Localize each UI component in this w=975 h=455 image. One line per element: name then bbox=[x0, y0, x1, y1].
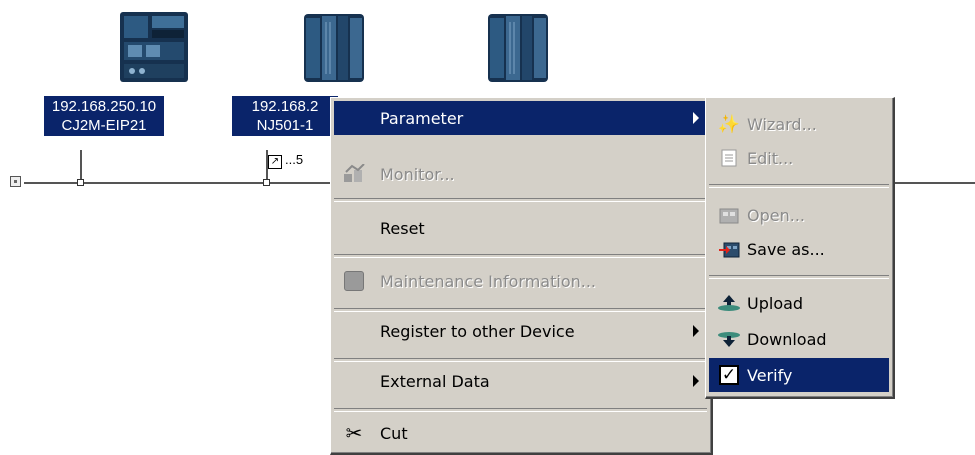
download-icon bbox=[715, 327, 743, 351]
submenu-item-verify[interactable]: ✓ Verify bbox=[709, 358, 889, 392]
scissors-icon: ✂ bbox=[345, 421, 363, 445]
menu-item-external-data[interactable]: External Data bbox=[334, 364, 707, 398]
device-name: NJ501-1 bbox=[256, 117, 314, 134]
wizard-icon: ✨ bbox=[717, 113, 741, 135]
device-name: CJ2M-EIP21 bbox=[61, 117, 147, 134]
submenu-arrow-icon bbox=[693, 375, 699, 387]
submenu-item-upload[interactable]: Upload bbox=[709, 286, 889, 320]
maintenance-icon bbox=[340, 269, 368, 293]
menu-item-parameter[interactable]: Parameter bbox=[334, 101, 707, 135]
menu-item-maintenance-information[interactable]: Maintenance Information... bbox=[334, 264, 707, 298]
cj2m-device-icon[interactable] bbox=[116, 8, 192, 86]
menu-item-register-to-other-device[interactable]: Register to other Device bbox=[334, 314, 707, 348]
device-label-cj2m[interactable]: 192.168.250.10 CJ2M-EIP21 bbox=[44, 96, 164, 136]
submenu-arrow-icon bbox=[693, 112, 699, 124]
menu-item-cut[interactable]: ✂ Cut bbox=[334, 416, 707, 450]
nj-device-icon[interactable] bbox=[480, 8, 556, 86]
submenu-item-wizard[interactable]: ✨ Wizard... bbox=[709, 107, 889, 141]
submenu-item-save-as[interactable]: Save as... bbox=[709, 232, 889, 266]
menu-item-monitor[interactable]: Monitor... bbox=[334, 157, 707, 191]
parameter-submenu: ✨ Wizard... Edit... Open... Save as... U… bbox=[705, 97, 895, 399]
menu-separator bbox=[709, 184, 889, 188]
submenu-item-edit[interactable]: Edit... bbox=[709, 141, 889, 175]
submenu-item-download[interactable]: Download bbox=[709, 322, 889, 356]
menu-separator bbox=[709, 275, 889, 279]
device-label-nj501[interactable]: 192.168.2 NJ501-1 bbox=[232, 96, 338, 136]
save-icon bbox=[715, 237, 743, 261]
menu-separator bbox=[334, 198, 707, 202]
device-connection-node bbox=[77, 179, 84, 186]
submenu-arrow-icon bbox=[693, 325, 699, 337]
edit-icon bbox=[715, 146, 743, 170]
menu-separator bbox=[334, 254, 707, 258]
submenu-item-open[interactable]: Open... bbox=[709, 198, 889, 232]
upload-icon bbox=[715, 291, 743, 315]
context-menu: Parameter Monitor... Reset Maintenance I… bbox=[330, 97, 713, 455]
menu-separator bbox=[334, 308, 707, 312]
device-ip: 192.168.2 bbox=[251, 98, 319, 115]
nj501-device-icon[interactable] bbox=[296, 8, 372, 86]
menu-item-reset[interactable]: Reset bbox=[334, 211, 707, 245]
device-connection-node bbox=[263, 179, 270, 186]
network-terminator-icon bbox=[10, 176, 21, 187]
device-drop-line bbox=[80, 150, 82, 182]
menu-separator bbox=[334, 408, 707, 412]
menu-separator bbox=[334, 358, 707, 362]
shortcut-badge: ↗ ...5 bbox=[268, 152, 304, 169]
checkbox-icon: ✓ bbox=[715, 363, 743, 387]
shortcut-arrow-icon: ↗ bbox=[268, 155, 282, 169]
monitor-icon bbox=[340, 162, 368, 186]
device-ip: 192.168.250.10 bbox=[51, 98, 157, 115]
open-icon bbox=[715, 203, 743, 227]
